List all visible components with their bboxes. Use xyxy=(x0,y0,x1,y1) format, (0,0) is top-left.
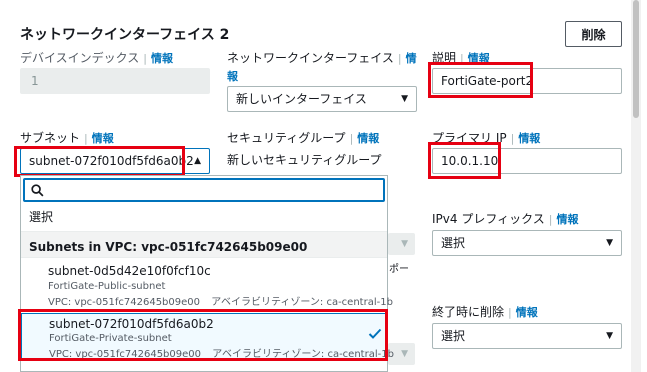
delete-on-termination-select[interactable]: 選択 ▼ xyxy=(432,323,622,349)
caret-down-icon: ▼ xyxy=(606,238,613,248)
dropdown-group-header: Subnets in VPC: vpc-051fc742645b09e00 xyxy=(21,231,387,258)
device-index-info-link[interactable]: 情報 xyxy=(151,52,173,65)
ipv4-prefix-label-group: IPv4 プレフィックス | 情報 xyxy=(432,212,579,226)
hidden-text-fragment: ポー xyxy=(389,264,409,275)
highlight-primary-ip xyxy=(428,142,501,179)
ipv4-prefix-label: IPv4 プレフィックス xyxy=(432,212,545,226)
network-interface-select[interactable]: 新しいインターフェイス ▼ xyxy=(227,86,417,112)
caret-down-icon: ▼ xyxy=(401,349,408,359)
scrollbar-thumb[interactable] xyxy=(633,0,639,118)
network-interface-info-link-part2[interactable]: 報 xyxy=(227,68,238,84)
delete-on-termination-info-link[interactable]: 情報 xyxy=(516,306,538,319)
ipv4-prefix-info-link[interactable]: 情報 xyxy=(556,213,578,226)
security-group-info-link[interactable]: 情報 xyxy=(357,132,379,145)
subnet-label: サブネット xyxy=(20,131,81,145)
option-select-label: 選択 xyxy=(29,210,54,224)
network-interface-info-link-part1[interactable]: 情 xyxy=(406,52,417,65)
device-index-label-group: デバイスインデックス | 情報 xyxy=(20,51,173,65)
security-group-label: セキュリティグループ xyxy=(227,131,346,145)
security-group-value: 新しいセキュリティグループ xyxy=(227,153,382,167)
subnet-info-link[interactable]: 情報 xyxy=(92,132,114,145)
network-interface-label-group: ネットワークインターフェイス | 情 xyxy=(227,51,417,65)
caret-up-icon: ▲ xyxy=(194,156,201,166)
dropdown-option-select[interactable]: 選択 xyxy=(21,203,387,229)
delete-on-termination-label-group: 終了時に削除 | 情報 xyxy=(432,305,538,319)
hidden-select-partial: ▼ xyxy=(388,233,415,255)
highlight-description xyxy=(428,62,533,98)
primary-ip-info-link[interactable]: 情報 xyxy=(518,132,540,145)
delete-on-termination-label: 終了時に削除 xyxy=(432,305,505,319)
highlight-private-subnet-option xyxy=(18,309,388,361)
caret-down-icon: ▼ xyxy=(606,331,613,341)
section-title: ネットワークインターフェイス 2 xyxy=(20,27,230,43)
network-interface-value: 新しいインターフェイス xyxy=(236,92,367,106)
dropdown-search-input[interactable] xyxy=(23,178,385,202)
device-index-label: デバイスインデックス xyxy=(20,51,140,65)
delete-on-termination-value: 選択 xyxy=(441,329,466,343)
security-group-label-group: セキュリティグループ | 情報 xyxy=(227,131,380,145)
device-index-field: 1 xyxy=(20,68,210,94)
highlight-subnet xyxy=(14,146,185,177)
caret-down-icon: ▼ xyxy=(401,94,408,104)
ipv4-prefix-select[interactable]: 選択 ▼ xyxy=(432,230,622,256)
caret-down-icon: ▼ xyxy=(401,239,408,249)
device-index-value: 1 xyxy=(31,74,39,88)
search-icon xyxy=(31,184,44,197)
network-interface-label: ネットワークインターフェイス xyxy=(227,51,394,65)
option-subnet-id: subnet-0d5d42e10f0fcf10c xyxy=(48,264,211,278)
delete-button[interactable]: 削除 xyxy=(565,21,622,47)
subnet-label-group: サブネット | 情報 xyxy=(20,131,114,145)
option-vpc: VPC: vpc-051fc742645b09e00 xyxy=(48,297,201,308)
ipv4-prefix-value: 選択 xyxy=(441,236,466,250)
group-header-label: Subnets in VPC: vpc-051fc742645b09e00 xyxy=(29,240,308,254)
dropdown-option-public-subnet[interactable]: subnet-0d5d42e10f0fcf10c FortiGate-Publi… xyxy=(21,261,393,311)
option-az: アベイラビリティゾーン: ca-central-1b xyxy=(211,297,393,308)
option-subnet-name: FortiGate-Public-subnet xyxy=(48,281,166,292)
